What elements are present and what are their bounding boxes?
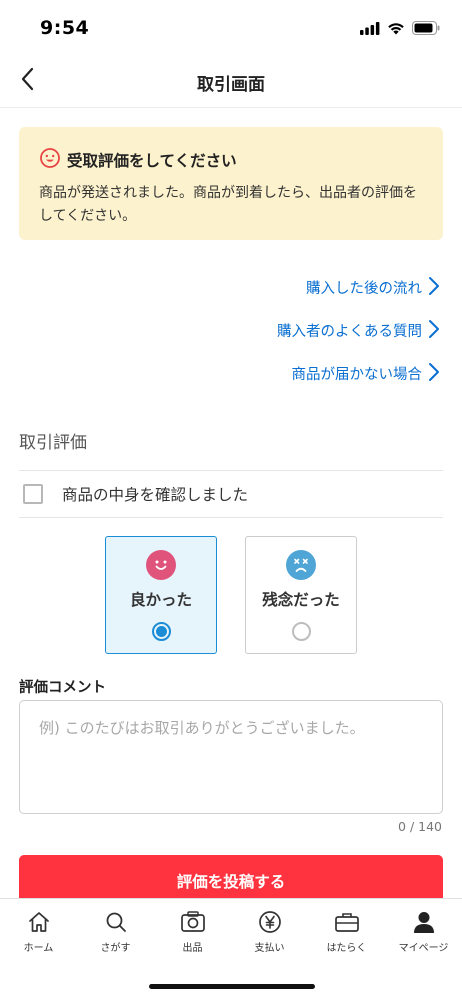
confirm-checkbox[interactable] bbox=[23, 484, 43, 504]
chevron-right-icon bbox=[428, 362, 440, 386]
tab-sell[interactable]: 出品 bbox=[154, 899, 231, 959]
tab-payment[interactable]: 支払い bbox=[231, 899, 308, 959]
battery-icon bbox=[412, 20, 440, 39]
signal-icon bbox=[360, 20, 380, 39]
home-icon bbox=[26, 909, 52, 935]
tab-label: はたらく bbox=[326, 943, 367, 954]
confirm-contents-row[interactable]: 商品の中身を確認しました bbox=[19, 472, 443, 516]
status-bar: 9:54 bbox=[0, 0, 462, 56]
tab-home[interactable]: ホーム bbox=[0, 899, 77, 959]
tab-label: ホーム bbox=[23, 943, 54, 954]
briefcase-icon bbox=[334, 909, 360, 935]
chevron-right-icon bbox=[428, 319, 440, 343]
evaluation-notice: 受取評価をしてください 商品が発送されました。商品が到着したら、出品者の評価をし… bbox=[19, 127, 443, 240]
nav-header: 取引画面 bbox=[0, 56, 462, 108]
tab-work[interactable]: はたらく bbox=[308, 899, 385, 959]
status-time: 9:54 bbox=[40, 17, 90, 39]
divider bbox=[19, 517, 443, 518]
smile-icon bbox=[39, 147, 61, 173]
chevron-right-icon bbox=[428, 276, 440, 300]
comment-char-count: 0 / 140 bbox=[398, 819, 442, 834]
notice-body: 商品が発送されました。商品が到着したら、出品者の評価をしてください。 bbox=[39, 185, 417, 224]
rating-option-good[interactable]: 良かった bbox=[105, 536, 217, 654]
help-links: 購入した後の流れ 購入者のよくある質問 商品が届かない場合 bbox=[140, 266, 440, 395]
link-label: 商品が届かない場合 bbox=[291, 367, 423, 383]
yen-icon bbox=[257, 909, 283, 935]
link-buyer-faq[interactable]: 購入者のよくある質問 bbox=[140, 309, 440, 352]
happy-face-icon bbox=[146, 550, 176, 580]
link-label: 購入した後の流れ bbox=[306, 281, 422, 297]
rating-label-good: 良かった bbox=[129, 591, 192, 609]
link-after-purchase-flow[interactable]: 購入した後の流れ bbox=[140, 266, 440, 309]
confirm-label: 商品の中身を確認しました bbox=[62, 486, 249, 504]
divider bbox=[19, 470, 443, 471]
tab-label: さがす bbox=[100, 943, 131, 954]
tab-label: 支払い bbox=[254, 943, 285, 954]
wifi-icon bbox=[387, 20, 405, 39]
comment-input[interactable] bbox=[19, 700, 443, 814]
notice-title: 受取評価をしてください bbox=[67, 152, 237, 170]
link-label: 購入者のよくある質問 bbox=[277, 324, 422, 340]
tab-label: 出品 bbox=[182, 943, 203, 954]
comment-label: 評価コメント bbox=[19, 680, 106, 696]
radio-good-selected[interactable] bbox=[151, 622, 171, 641]
sad-face-icon bbox=[286, 550, 316, 580]
tab-label: マイページ bbox=[398, 943, 449, 954]
rating-option-bad[interactable]: 残念だった bbox=[245, 536, 357, 654]
camera-icon bbox=[180, 909, 206, 935]
notice-header: 受取評価をしてください bbox=[39, 147, 423, 173]
person-icon bbox=[411, 909, 437, 935]
section-title-evaluation: 取引評価 bbox=[19, 433, 87, 453]
link-item-not-arrived[interactable]: 商品が届かない場合 bbox=[140, 352, 440, 395]
radio-bad-unselected[interactable] bbox=[291, 622, 311, 641]
tab-mypage[interactable]: マイページ bbox=[385, 899, 462, 959]
tab-search[interactable]: さがす bbox=[77, 899, 154, 959]
status-icons bbox=[360, 20, 440, 39]
search-icon bbox=[103, 909, 129, 935]
page-title: 取引画面 bbox=[197, 75, 265, 95]
home-indicator bbox=[149, 984, 315, 989]
rating-label-bad: 残念だった bbox=[262, 591, 340, 609]
